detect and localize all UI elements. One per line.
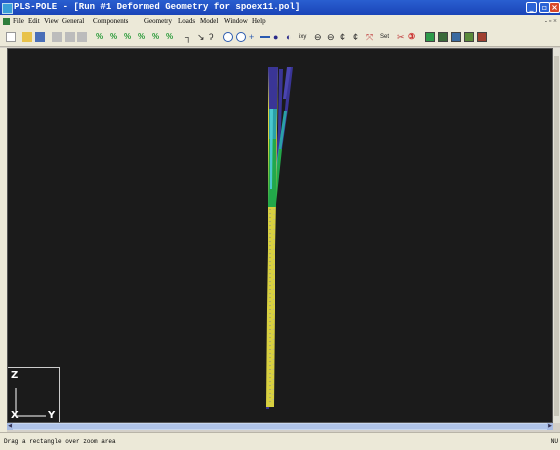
axis-lines [15,388,46,417]
percent-icon[interactable]: % [110,32,122,42]
green-square-icon[interactable] [425,32,435,42]
toolbar: % % % % % % ┐ ↘ ʔ + ● ◐ ixy ⊖ ⊖ ¢ ¢ ⤧ Se… [0,28,560,47]
axes-icon[interactable]: ⤧ [366,32,376,42]
percent-icon[interactable]: % [124,32,136,42]
percent-icon[interactable]: % [96,32,108,42]
close-button[interactable]: × [549,2,560,13]
minus-icon[interactable] [260,36,270,38]
pan-icon[interactable]: ● [273,32,283,42]
status-text: Drag a rectangle over zoom area [4,438,116,445]
menu-window[interactable]: Window [224,15,248,28]
vertical-scroll-thumb[interactable] [554,56,559,416]
paste-icon[interactable] [77,32,87,42]
mdi-controls[interactable]: - ▫ × [545,15,557,28]
vertical-scrollbar[interactable] [553,48,560,423]
app-icon [2,3,13,14]
menu-loads[interactable]: Loads [178,15,195,28]
cut-icon[interactable] [52,32,62,42]
menu-edit[interactable]: Edit [28,15,40,28]
open-icon[interactable] [22,32,32,42]
axis-triad: Z X Y [8,367,60,422]
copy-icon[interactable] [65,32,75,42]
color-icon[interactable] [477,32,487,42]
menu-help[interactable]: Help [252,15,266,28]
status-bar: Drag a rectangle over zoom area NU [0,432,560,450]
view-icon[interactable]: ¢ [353,32,363,42]
plus-icon[interactable]: + [249,32,259,42]
window-title: PLS-POLE - [Run #1 Deformed Geometry for… [14,2,301,12]
zoom-out-icon[interactable] [236,32,246,42]
document-icon [3,18,10,25]
menu-general[interactable]: General [62,15,84,28]
save-icon[interactable] [35,32,45,42]
percent-icon[interactable]: % [166,32,178,42]
new-icon[interactable] [6,32,16,42]
percent-icon[interactable]: % [138,32,150,42]
view-icon[interactable]: ⊖ [327,32,337,42]
set-button[interactable]: Set [380,32,394,42]
pole-model [266,67,293,409]
rotate-icon[interactable]: ◐ [286,32,296,42]
grid-icon[interactable] [464,32,474,42]
grid-icon[interactable] [438,32,448,42]
label-icon[interactable]: ixy [299,32,309,42]
view-icon[interactable]: ⊖ [314,32,324,42]
title-bar: PLS-POLE - [Run #1 Deformed Geometry for… [0,0,560,15]
model-viewport[interactable]: Z X Y [7,48,553,423]
node-icon[interactable]: ┐ [185,32,195,42]
node-icon[interactable]: ↘ [197,32,207,42]
minimize-button[interactable]: _ [526,2,537,13]
percent-icon[interactable]: % [152,32,164,42]
menu-bar: File Edit View General Components Geomet… [0,15,560,28]
view-icon[interactable]: ¢ [340,32,350,42]
menu-components[interactable]: Components [93,15,128,28]
menu-geometry[interactable]: Geometry [144,15,172,28]
pole-top [268,67,278,109]
info-icon[interactable]: ③ [408,32,418,42]
status-indicator: NU [550,438,558,445]
node-icon[interactable]: ʔ [209,32,219,42]
zoom-in-icon[interactable] [223,32,233,42]
menu-file[interactable]: File [13,15,24,28]
scissors-icon[interactable]: ✂ [397,32,407,42]
menu-model[interactable]: Model [200,15,218,28]
left-frame [0,48,7,432]
grid-icon[interactable] [451,32,461,42]
scroll-right-icon[interactable]: ▶ [547,423,553,430]
horizontal-scrollbar[interactable]: ◀ ▶ [7,423,553,430]
horizontal-scroll-thumb[interactable] [13,424,547,429]
menu-view[interactable]: View [44,15,59,28]
